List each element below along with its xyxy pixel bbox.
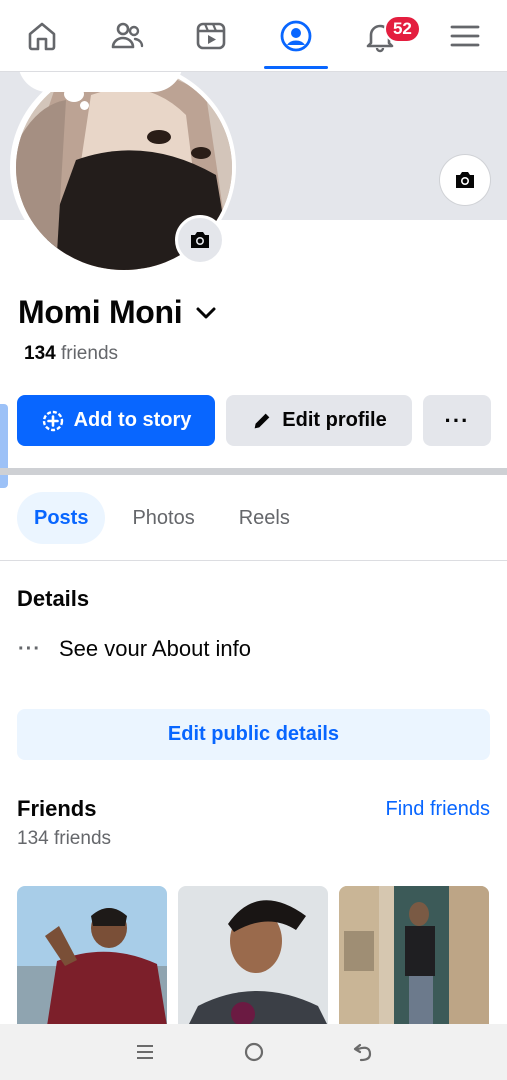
back-icon xyxy=(353,1043,371,1062)
friend-photo xyxy=(339,886,489,1026)
friends-icon xyxy=(111,22,143,48)
scroll-indicator xyxy=(0,404,8,488)
see-about-info-label: See vour About info xyxy=(58,636,252,661)
pencil-icon xyxy=(254,413,270,428)
friend-card[interactable] xyxy=(17,886,167,1026)
find-friends-link[interactable]: Find friends xyxy=(386,798,491,821)
add-to-story-label: Add to story xyxy=(73,409,192,431)
profile-name: Momi Moni xyxy=(18,294,183,330)
video-icon xyxy=(196,22,226,49)
tab-notifications[interactable]: 52 xyxy=(338,0,423,71)
recent-apps-icon xyxy=(136,1045,153,1059)
top-navigation-bar: 52 xyxy=(0,0,507,72)
more-dots-icon: ··· xyxy=(444,407,470,433)
more-options-button[interactable]: ··· xyxy=(423,395,491,446)
camera-icon xyxy=(456,172,474,188)
friends-count-number: 134 xyxy=(24,343,56,364)
tab-reels[interactable]: Reels xyxy=(222,492,307,544)
camera-icon xyxy=(191,232,209,248)
profile-tabs: Posts Photos Reels xyxy=(17,492,307,544)
edit-profile-button[interactable]: Edit profile xyxy=(226,395,412,446)
profile-name-row[interactable]: Momi Moni xyxy=(18,294,218,331)
profile-icon xyxy=(280,20,312,51)
add-to-story-button[interactable]: Add to story xyxy=(17,395,215,446)
more-dots-icon: ··· xyxy=(18,637,41,660)
tab-menu[interactable] xyxy=(423,0,507,71)
tab-posts[interactable]: Posts xyxy=(17,492,106,544)
see-about-info-row[interactable]: ··· See vour About info xyxy=(18,636,251,662)
tab-home[interactable] xyxy=(0,0,85,71)
system-navigation-bar xyxy=(0,1024,507,1080)
tab-photos[interactable]: Photos xyxy=(115,492,211,544)
friend-card[interactable] xyxy=(339,886,489,1026)
friends-subtitle: 134 friends xyxy=(17,828,112,849)
tab-friends[interactable] xyxy=(85,0,170,71)
friends-count-suffix: friends xyxy=(55,343,119,364)
tabs-divider xyxy=(0,560,507,561)
friend-card[interactable] xyxy=(178,886,328,1026)
friends-count[interactable]: 134 friends xyxy=(24,343,118,365)
add-circle-icon xyxy=(42,410,63,431)
tab-video[interactable] xyxy=(169,0,254,71)
friend-photo xyxy=(17,886,167,1026)
home-circle-icon xyxy=(244,1042,263,1062)
edit-cover-button[interactable] xyxy=(440,155,490,205)
details-title: Details xyxy=(17,586,90,611)
edit-profile-label: Edit profile xyxy=(282,409,387,431)
edit-profile-picture-button[interactable] xyxy=(175,215,225,265)
section-divider xyxy=(0,468,507,475)
note-bubble-dot xyxy=(64,86,84,102)
home-system-button[interactable] xyxy=(234,1032,274,1072)
edit-public-details-button[interactable]: Edit public details xyxy=(17,709,490,760)
tab-profile[interactable] xyxy=(254,0,339,71)
notification-badge: 52 xyxy=(383,15,421,43)
back-button[interactable] xyxy=(343,1032,383,1072)
friend-photo xyxy=(178,886,328,1026)
home-icon xyxy=(28,22,56,50)
recent-apps-button[interactable] xyxy=(125,1032,165,1072)
chevron-down-icon[interactable] xyxy=(194,301,218,325)
note-bubble-dot-small xyxy=(80,101,89,110)
friends-title: Friends xyxy=(17,796,97,821)
hamburger-icon xyxy=(450,25,480,46)
